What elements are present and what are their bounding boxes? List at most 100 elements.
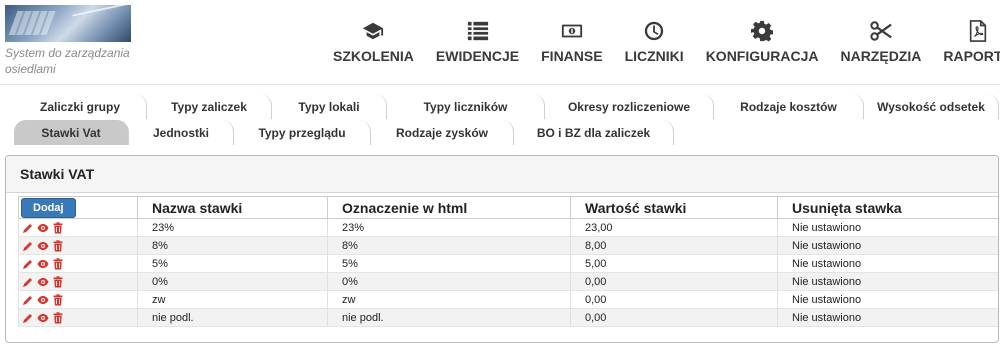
tab-typy-przegladu[interactable]: Typy przeglądu — [234, 120, 371, 145]
table-cell: 23,00 — [570, 218, 778, 237]
graduation-cap-icon — [363, 22, 384, 40]
tab-zaliczki-grupy[interactable]: Zaliczki grupy — [14, 94, 147, 119]
tab-typy-zaliczek[interactable]: Typy zaliczek — [147, 94, 272, 119]
trash-icon[interactable] — [51, 275, 64, 288]
vat-rates-panel: Stawki VAT Dodaj Nazwa stawki Oznaczenie… — [5, 155, 999, 343]
eye-icon[interactable] — [36, 221, 49, 234]
app-tagline: System do zarządzania osiedlami — [5, 46, 130, 76]
row-actions — [18, 308, 138, 327]
nav-ewidencje[interactable]: EWIDENCJE — [425, 20, 530, 70]
edit-icon[interactable] — [21, 239, 34, 252]
table-cell: nie podl. — [327, 308, 571, 327]
table-row: 23% 23% 23,00 Nie ustawiono — [18, 218, 998, 237]
app-header: System do zarządzania osiedlami SZKOLENI… — [0, 0, 1000, 84]
table-cell: 23% — [137, 218, 328, 237]
table-cell: 0% — [327, 272, 571, 291]
actions-header: Dodaj — [18, 196, 138, 219]
trash-icon[interactable] — [51, 293, 64, 306]
nav-label: EWIDENCJE — [435, 48, 520, 64]
table-row: 8% 8% 8,00 Nie ustawiono — [18, 236, 998, 255]
row-actions — [18, 236, 138, 255]
column-header[interactable]: Usunięta stawka — [777, 196, 998, 219]
nav-szkolenia[interactable]: SZKOLENIA — [322, 20, 425, 70]
table-cell: 8% — [137, 236, 328, 255]
nav-liczniki[interactable]: LICZNIKI — [614, 20, 695, 70]
nav-label: KONFIGURACJA — [705, 48, 819, 64]
table-cell: Nie ustawiono — [777, 218, 998, 237]
eye-icon[interactable] — [36, 239, 49, 252]
gear-icon — [751, 20, 774, 42]
tab-rodzaje-zyskow[interactable]: Rodzaje zysków — [371, 120, 514, 145]
main-nav: SZKOLENIA EWIDENCJE FINANSE LICZNIKI KON… — [322, 20, 1000, 70]
tab-typy-lokali[interactable]: Typy lokali — [272, 94, 387, 119]
trash-icon[interactable] — [51, 221, 64, 234]
tab-rodzaje-kosztow[interactable]: Rodzaje kosztów — [714, 94, 864, 119]
clock-icon — [644, 21, 664, 41]
tab-stawki-vat[interactable]: Stawki Vat — [14, 120, 129, 145]
money-icon — [561, 24, 582, 38]
table-row: 0% 0% 0,00 Nie ustawiono — [18, 272, 998, 291]
edit-icon[interactable] — [21, 257, 34, 270]
table-cell: 0,00 — [570, 272, 778, 291]
scissors-icon — [870, 21, 892, 41]
tab-jednostki[interactable]: Jednostki — [129, 120, 234, 145]
logo[interactable] — [5, 5, 131, 42]
table-row: nie podl. nie podl. 0,00 Nie ustawiono — [18, 308, 998, 327]
trash-icon[interactable] — [51, 257, 64, 270]
tab-bo-bz-zaliczek[interactable]: BO i BZ dla zaliczek — [514, 120, 674, 145]
eye-icon[interactable] — [36, 257, 49, 270]
table-cell: 0% — [137, 272, 328, 291]
list-icon — [467, 21, 488, 41]
nav-label: FINANSE — [541, 48, 603, 64]
header-divider — [0, 84, 1000, 85]
nav-label: LICZNIKI — [624, 48, 684, 64]
nav-finanse[interactable]: FINANSE — [530, 20, 613, 70]
column-header[interactable]: Oznaczenie w html — [327, 196, 571, 219]
subtabs-row-1: Zaliczki grupy Typy zaliczek Typy lokali… — [14, 94, 999, 119]
table-cell: 0,00 — [570, 308, 778, 327]
edit-icon[interactable] — [21, 275, 34, 288]
panel-title: Stawki VAT — [6, 156, 998, 193]
eye-icon[interactable] — [36, 311, 49, 324]
nav-label: NARZĘDZIA — [840, 48, 922, 64]
table-cell: Nie ustawiono — [777, 236, 998, 255]
table-cell: zw — [327, 290, 571, 309]
table-cell: 5% — [327, 254, 571, 273]
table-cell: 8% — [327, 236, 571, 255]
nav-konfiguracja[interactable]: KONFIGURACJA — [695, 20, 830, 70]
row-actions — [18, 254, 138, 273]
table-cell: Nie ustawiono — [777, 254, 998, 273]
nav-narzedzia[interactable]: NARZĘDZIA — [829, 20, 932, 70]
eye-icon[interactable] — [36, 275, 49, 288]
add-button[interactable]: Dodaj — [21, 197, 76, 218]
nav-label: RAPORTY — [943, 48, 1000, 64]
table-row: 5% 5% 5,00 Nie ustawiono — [18, 254, 998, 273]
edit-icon[interactable] — [21, 293, 34, 306]
table-cell: 23% — [327, 218, 571, 237]
table-cell: nie podl. — [137, 308, 328, 327]
table-cell: 0,00 — [570, 290, 778, 309]
row-actions — [18, 272, 138, 291]
tab-typy-licznikow[interactable]: Typy liczników — [387, 94, 545, 119]
row-actions — [18, 290, 138, 309]
table-cell: Nie ustawiono — [777, 308, 998, 327]
eye-icon[interactable] — [36, 293, 49, 306]
edit-icon[interactable] — [21, 311, 34, 324]
tab-wysokosc-odsetek[interactable]: Wysokość odsetek — [864, 94, 999, 119]
subtabs-row-2: Stawki Vat Jednostki Typy przeglądu Rodz… — [14, 120, 674, 145]
table-row: zw zw 0,00 Nie ustawiono — [18, 290, 998, 309]
vat-rates-table: Dodaj Nazwa stawki Oznaczenie w html War… — [18, 196, 998, 327]
column-header[interactable]: Wartość stawki — [570, 196, 778, 219]
row-actions — [18, 218, 138, 237]
table-cell: 5% — [137, 254, 328, 273]
nav-raporty[interactable]: RAPORTY — [932, 20, 1000, 70]
tab-okresy-rozliczeniowe[interactable]: Okresy rozliczeniowe — [545, 94, 714, 119]
trash-icon[interactable] — [51, 239, 64, 252]
pdf-icon — [969, 20, 986, 42]
table-cell: Nie ustawiono — [777, 290, 998, 309]
table-cell: 8,00 — [570, 236, 778, 255]
trash-icon[interactable] — [51, 311, 64, 324]
edit-icon[interactable] — [21, 221, 34, 234]
table-cell: Nie ustawiono — [777, 272, 998, 291]
column-header[interactable]: Nazwa stawki — [137, 196, 328, 219]
